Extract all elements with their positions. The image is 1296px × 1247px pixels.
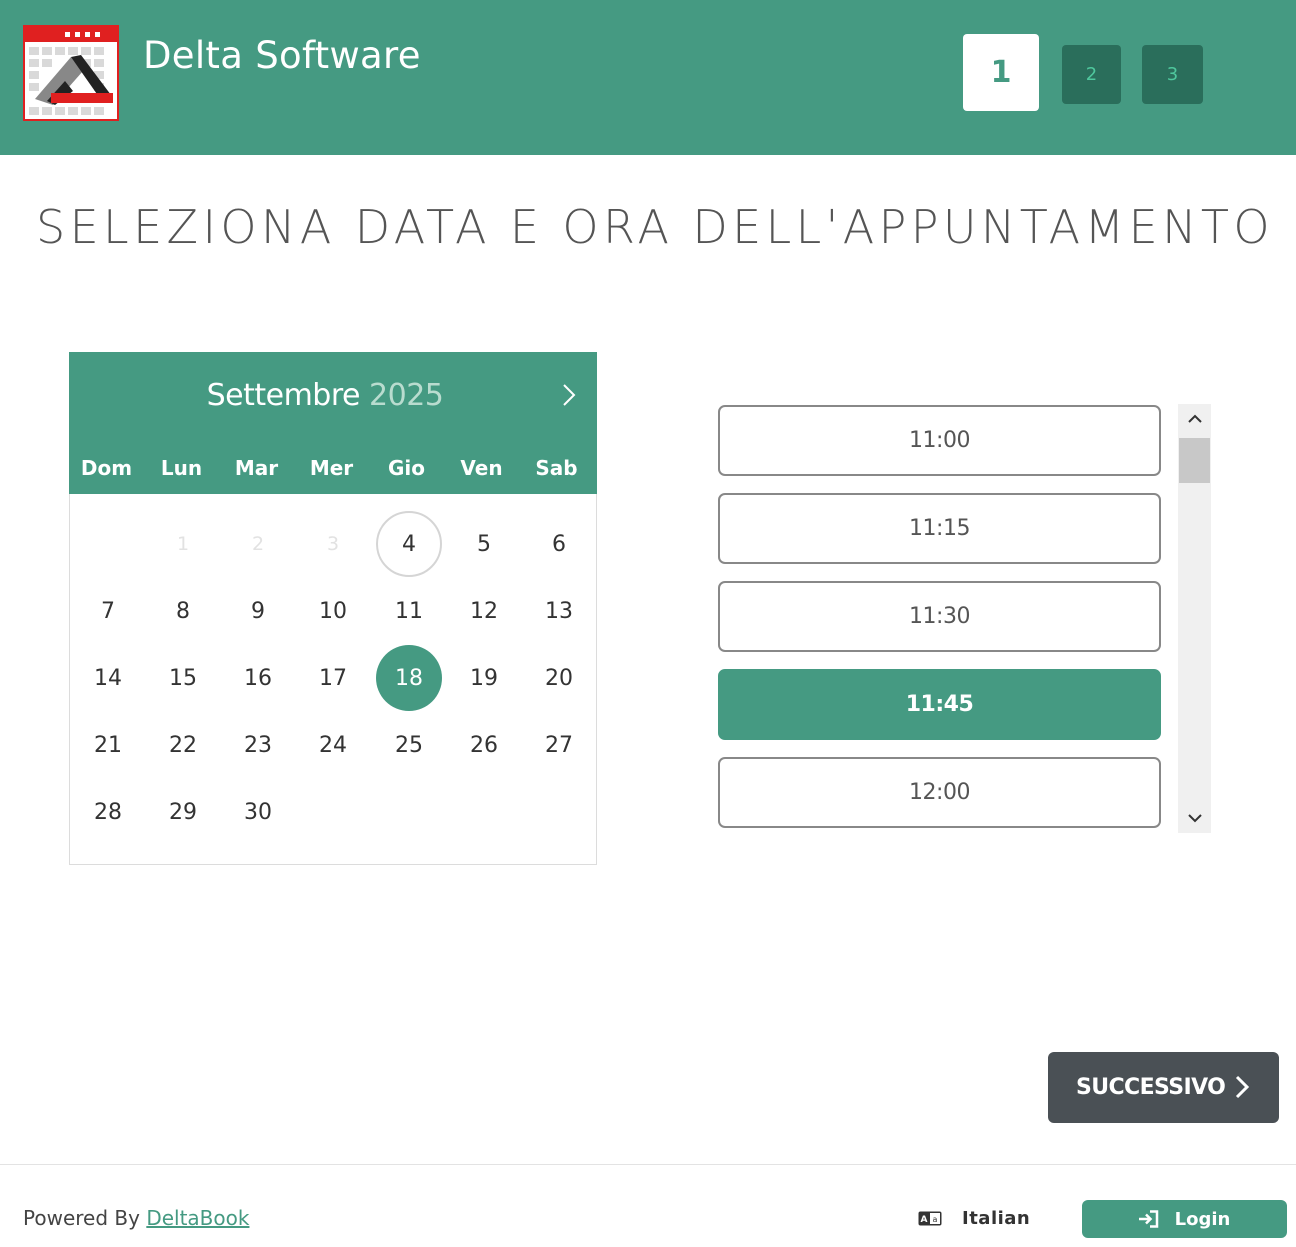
- date-picker-calendar: Settembre 2025 Dom Lun Mar Mer Gio Ven S…: [69, 352, 597, 865]
- calendar-day[interactable]: 27: [526, 712, 592, 778]
- deltabook-link[interactable]: DeltaBook: [146, 1206, 249, 1230]
- powered-by-text: Powered By: [23, 1206, 140, 1230]
- svg-text:A: A: [921, 1215, 928, 1225]
- brand-name: Delta Software: [143, 34, 421, 77]
- calendar-day[interactable]: 12: [451, 578, 517, 644]
- next-button-label: SUCCESSIVO: [1076, 1075, 1226, 1100]
- weekday-ven: Ven: [460, 456, 503, 480]
- page-title: SELEZIONA DATA E ORA DELL'APPUNTAMENTO: [35, 200, 1275, 254]
- calendar-day[interactable]: 30: [225, 779, 291, 845]
- calendar-day[interactable]: 17: [300, 645, 366, 711]
- calendar-day[interactable]: 14: [75, 645, 141, 711]
- time-slot[interactable]: 11:00: [718, 405, 1161, 476]
- calendar-day: 1: [176, 533, 190, 555]
- time-slots-scrollbar[interactable]: [1178, 404, 1211, 833]
- weekday-gio: Gio: [387, 456, 425, 480]
- powered-by: Powered By DeltaBook: [23, 1206, 249, 1230]
- language-selector[interactable]: A a Italian: [918, 1208, 1030, 1229]
- chevron-right-icon: [1235, 1075, 1250, 1099]
- weekday-mer: Mer: [309, 456, 354, 480]
- login-label: Login: [1174, 1208, 1231, 1230]
- calendar-day-today[interactable]: 4: [376, 511, 442, 577]
- time-slot[interactable]: 11:30: [718, 581, 1161, 652]
- calendar-day[interactable]: 25: [376, 712, 442, 778]
- scroll-thumb[interactable]: [1179, 438, 1210, 483]
- footer-divider: [0, 1164, 1296, 1165]
- calendar-day-selected[interactable]: 18: [376, 645, 442, 711]
- scroll-down-button[interactable]: [1178, 803, 1211, 833]
- calendar-year: 2025: [369, 378, 444, 413]
- calendar-day[interactable]: 29: [150, 779, 216, 845]
- calendar-day[interactable]: 6: [526, 511, 592, 577]
- next-button[interactable]: SUCCESSIVO: [1048, 1052, 1279, 1123]
- calendar-day[interactable]: 19: [451, 645, 517, 711]
- calendar-day[interactable]: 10: [300, 578, 366, 644]
- time-slot[interactable]: 11:15: [718, 493, 1161, 564]
- calendar-day: 3: [326, 533, 340, 555]
- calendar-month: Settembre: [206, 378, 361, 413]
- scroll-up-button[interactable]: [1178, 404, 1211, 434]
- login-button[interactable]: Login: [1082, 1200, 1287, 1238]
- calendar-next-month-button[interactable]: [555, 380, 583, 410]
- time-slot-selected[interactable]: 11:45: [718, 669, 1161, 740]
- calendar-header: Settembre 2025 Dom Lun Mar Mer Gio Ven S…: [69, 352, 597, 494]
- sign-in-icon: [1138, 1210, 1158, 1228]
- step-3-indicator[interactable]: 3: [1142, 45, 1203, 104]
- calendar-day[interactable]: 28: [75, 779, 141, 845]
- calendar-day[interactable]: 7: [75, 578, 141, 644]
- calendar-day[interactable]: 20: [526, 645, 592, 711]
- calendar-day[interactable]: 5: [451, 511, 517, 577]
- language-label: Italian: [962, 1208, 1031, 1229]
- calendar-day[interactable]: 13: [526, 578, 592, 644]
- step-2-indicator[interactable]: 2: [1062, 45, 1121, 104]
- step-1-indicator[interactable]: 1: [963, 34, 1039, 111]
- brand-logo: [23, 25, 119, 121]
- header: Delta Software 1 2 3: [0, 0, 1296, 155]
- svg-text:a: a: [933, 1215, 938, 1224]
- calendar-day[interactable]: 24: [300, 712, 366, 778]
- calendar-day[interactable]: 15: [150, 645, 216, 711]
- weekday-lun: Lun: [160, 456, 203, 480]
- calendar-day[interactable]: 21: [75, 712, 141, 778]
- weekday-mar: Mar: [234, 456, 279, 480]
- time-slot[interactable]: 12:00: [718, 757, 1161, 828]
- calendar-day[interactable]: 9: [225, 578, 291, 644]
- chevron-right-icon: [563, 384, 576, 406]
- weekday-row: Dom Lun Mar Mer Gio Ven Sab: [69, 456, 597, 484]
- calendar-month-year[interactable]: Settembre 2025: [69, 378, 581, 413]
- language-icon: A a: [918, 1211, 942, 1226]
- weekday-dom: Dom: [80, 456, 133, 480]
- calendar-day[interactable]: 26: [451, 712, 517, 778]
- calendar-logo-icon: [25, 27, 117, 115]
- calendar-day[interactable]: 23: [225, 712, 291, 778]
- weekday-sab: Sab: [535, 456, 578, 480]
- calendar-day[interactable]: 16: [225, 645, 291, 711]
- calendar-day[interactable]: 22: [150, 712, 216, 778]
- chevron-down-icon: [1187, 814, 1202, 823]
- calendar-day[interactable]: 11: [376, 578, 442, 644]
- calendar-day[interactable]: 8: [150, 578, 216, 644]
- calendar-day: 2: [251, 533, 265, 555]
- chevron-up-icon: [1187, 414, 1202, 423]
